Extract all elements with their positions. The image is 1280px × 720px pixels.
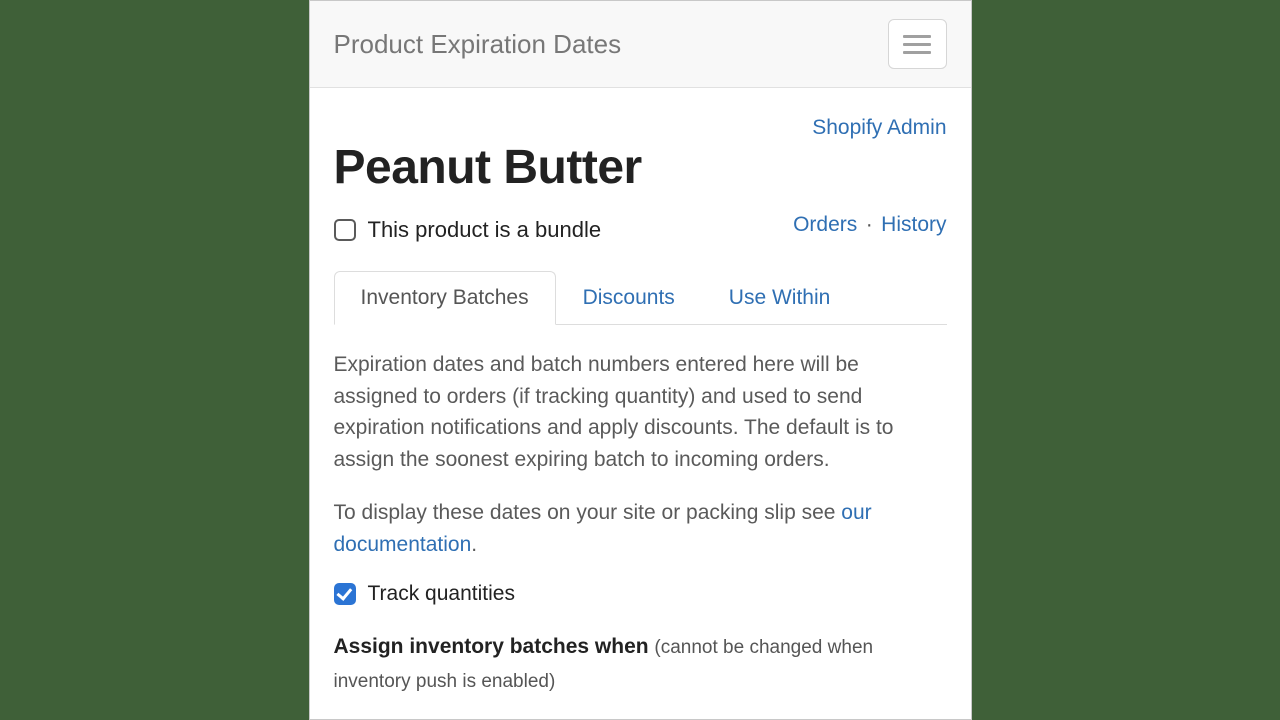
bundle-checkbox[interactable] <box>334 219 356 241</box>
product-title: Peanut Butter <box>334 140 947 195</box>
desc2-pre: To display these dates on your site or p… <box>334 501 842 524</box>
hamburger-icon <box>903 51 931 54</box>
tabs: Inventory Batches Discounts Use Within <box>334 271 947 325</box>
desc2-post: . <box>471 533 477 556</box>
orders-link[interactable]: Orders <box>793 213 857 236</box>
track-quantities-label: Track quantities <box>368 582 515 606</box>
inventory-description-2: To display these dates on your site or p… <box>334 497 947 560</box>
app-panel: Product Expiration Dates Shopify Admin P… <box>309 0 972 720</box>
tab-discounts[interactable]: Discounts <box>556 271 702 325</box>
content-area: Shopify Admin Peanut Butter Orders · His… <box>310 88 971 697</box>
assign-batches-heading: Assign inventory batches when (cannot be… <box>334 630 947 697</box>
hamburger-icon <box>903 43 931 46</box>
shopify-admin-link[interactable]: Shopify Admin <box>812 116 946 139</box>
navbar: Product Expiration Dates <box>310 1 971 88</box>
admin-link-row: Shopify Admin <box>334 116 947 140</box>
assign-strong: Assign inventory batches when <box>334 635 655 658</box>
track-quantities-row: Track quantities <box>334 582 947 606</box>
hamburger-icon <box>903 35 931 38</box>
history-link[interactable]: History <box>881 213 946 236</box>
tab-inventory-batches[interactable]: Inventory Batches <box>334 271 556 325</box>
track-quantities-checkbox[interactable] <box>334 583 356 605</box>
link-separator: · <box>862 213 877 236</box>
bundle-label: This product is a bundle <box>368 217 602 243</box>
tab-use-within[interactable]: Use Within <box>702 271 858 325</box>
inventory-description-1: Expiration dates and batch numbers enter… <box>334 349 947 475</box>
app-brand: Product Expiration Dates <box>334 29 622 60</box>
menu-toggle-button[interactable] <box>888 19 947 69</box>
